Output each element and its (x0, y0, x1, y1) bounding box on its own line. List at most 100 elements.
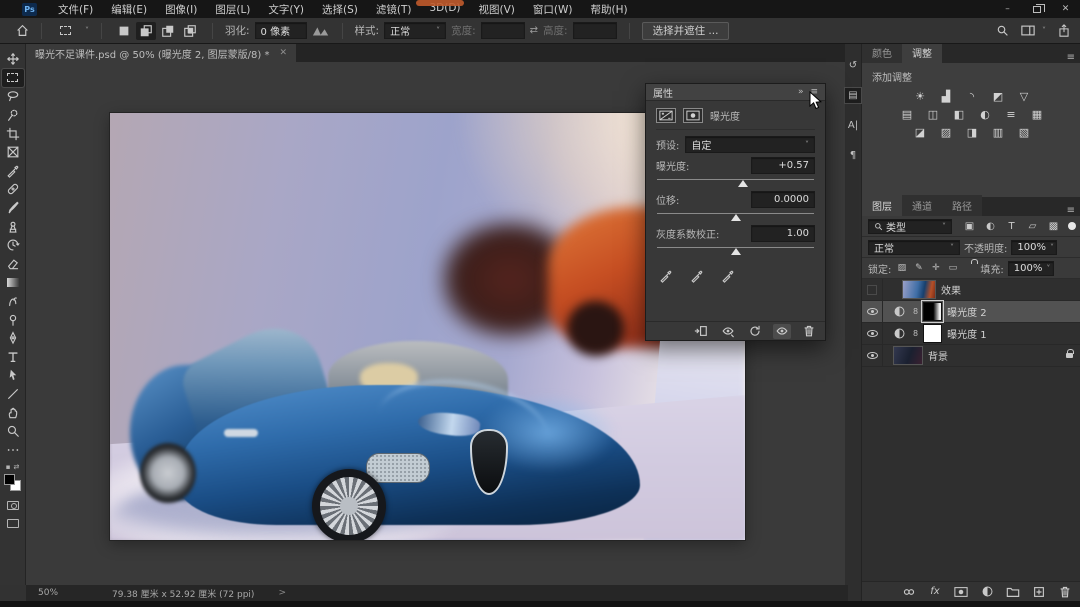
type-layers-filter-icon[interactable]: T (1004, 221, 1019, 232)
layer-visibility-eye-icon[interactable] (862, 345, 883, 366)
slider-1-value[interactable]: +0.57 (751, 157, 815, 174)
adjustments-tab-颜色[interactable]: 颜色 (862, 42, 902, 63)
anti-alias-icon[interactable] (312, 25, 330, 37)
share-icon[interactable] (1058, 24, 1070, 37)
pen-tool[interactable] (2, 329, 24, 348)
slider-3-value[interactable]: 1.00 (751, 225, 815, 242)
move-tool[interactable] (2, 50, 24, 69)
posterize-adjustment-icon[interactable]: ▨ (936, 125, 957, 140)
layer-visibility-eye-icon[interactable] (862, 323, 883, 344)
swap-dimensions-icon[interactable]: ⇄ (530, 25, 538, 36)
clone-stamp-tool[interactable] (2, 217, 24, 236)
minimize-button[interactable]: – (993, 0, 1022, 18)
path-selection-tool[interactable] (2, 366, 24, 385)
menu-item-3[interactable]: 图像(I) (156, 0, 206, 19)
slider-1-thumb[interactable] (738, 180, 748, 187)
layers-tab-通道[interactable]: 通道 (902, 195, 942, 216)
new-layer-icon[interactable] (1030, 584, 1048, 599)
new-selection-button[interactable] (114, 22, 134, 40)
menu-item-9[interactable]: 视图(V) (470, 0, 524, 19)
tool-preset-chevron[interactable]: ˅ (85, 26, 89, 35)
frame-tool[interactable] (2, 143, 24, 162)
filter-toggle-pin[interactable] (1068, 222, 1076, 230)
visibility-icon[interactable] (773, 324, 791, 339)
swap-colors-icon[interactable]: ⇄ (13, 463, 19, 471)
zoom-tool[interactable] (2, 422, 24, 441)
layer-thumbnail[interactable] (902, 280, 936, 299)
layers-tab-路径[interactable]: 路径 (942, 195, 982, 216)
default-swap-colors[interactable]: ▪⇄ (6, 463, 20, 471)
lock-transparent-pixels-icon[interactable]: ▨ (895, 263, 908, 273)
sample-black-point-eyedropper[interactable] (657, 268, 675, 283)
document-tab[interactable]: 曝光不足课件.psd @ 50% (曝光度 2, 图层蒙版/8) * ✕ (26, 44, 296, 62)
edit-toolbar[interactable] (2, 440, 24, 459)
height-input[interactable] (573, 22, 617, 39)
invert-adjustment-icon[interactable]: ◪ (910, 125, 931, 140)
intersect-with-selection-button[interactable] (180, 22, 200, 40)
lasso-tool[interactable] (2, 87, 24, 106)
eyedropper-tool[interactable] (2, 162, 24, 181)
sample-gray-point-eyedropper[interactable] (688, 268, 706, 283)
brightness-contrast-adjustment-icon[interactable]: ☀ (910, 89, 931, 104)
current-tool-icon[interactable] (54, 21, 76, 40)
lock-all-icon[interactable] (963, 263, 976, 273)
crop-tool[interactable] (2, 124, 24, 143)
reset-icon[interactable] (746, 324, 764, 339)
quick-mask-button[interactable] (2, 496, 24, 515)
collapse-panel-icon[interactable]: » (798, 87, 804, 97)
black-white-adjustment-icon[interactable]: ◧ (949, 107, 970, 122)
link-layers-icon[interactable] (900, 584, 918, 599)
adjustments-panel-menu-icon[interactable]: ≡ (1067, 52, 1075, 63)
menu-item-7[interactable]: 滤镜(T) (367, 0, 421, 19)
menu-item-11[interactable]: 帮助(H) (582, 0, 637, 19)
sample-white-point-eyedropper[interactable] (719, 268, 737, 283)
gradient-tool[interactable] (2, 273, 24, 292)
subtract-from-selection-button[interactable] (158, 22, 178, 40)
layer-style-icon[interactable]: fx (926, 584, 944, 599)
hand-tool[interactable] (2, 403, 24, 422)
preset-select[interactable]: 自定˅ (685, 136, 815, 153)
blend-mode-select[interactable]: 正常˅ (868, 240, 960, 255)
dodge-tool[interactable] (2, 310, 24, 329)
adjustment-layers-filter-icon[interactable]: ◐ (983, 221, 998, 232)
delete-icon[interactable] (800, 324, 818, 339)
add-to-selection-button[interactable] (136, 22, 156, 40)
zoom-level[interactable]: 50% (38, 588, 84, 598)
width-input[interactable] (481, 22, 525, 39)
lock-artboard-icon[interactable]: ▭ (946, 263, 959, 273)
layers-tab-图层[interactable]: 图层 (862, 195, 902, 216)
character-panel-icon[interactable]: A| (845, 118, 861, 133)
menu-item-1[interactable]: 文件(F) (49, 0, 102, 19)
menu-item-2[interactable]: 编辑(E) (102, 0, 156, 19)
levels-adjustment-icon[interactable]: ▟ (936, 89, 957, 104)
type-tool[interactable] (2, 348, 24, 367)
adjustment-layer-icon[interactable] (890, 326, 908, 341)
layer-mask-thumbnail[interactable] (923, 324, 942, 343)
pixel-layers-filter-icon[interactable]: ▣ (962, 221, 977, 232)
layer-visibility-eye-icon[interactable] (862, 301, 883, 322)
menu-item-4[interactable]: 图层(L) (206, 0, 259, 19)
fill-input[interactable]: 100%˅ (1008, 261, 1054, 276)
menu-item-6[interactable]: 选择(S) (313, 0, 367, 19)
new-group-icon[interactable] (1004, 584, 1022, 599)
hue-saturation-adjustment-icon[interactable]: ▤ (897, 107, 918, 122)
brush-tool[interactable] (2, 199, 24, 218)
menu-item-10[interactable]: 窗口(W) (524, 0, 582, 19)
close-button[interactable]: ✕ (1051, 0, 1080, 18)
default-colors-icon[interactable]: ▪ (6, 463, 11, 471)
layer-row-背景[interactable]: 背景 (862, 345, 1080, 367)
style-select[interactable]: 正常˅ (384, 22, 446, 39)
view-previous-state-icon[interactable] (719, 324, 737, 339)
search-icon[interactable] (996, 24, 1009, 37)
home-icon[interactable] (16, 24, 29, 37)
slider-3-thumb[interactable] (731, 248, 741, 255)
slider-1-track[interactable] (657, 175, 814, 188)
exposure-adjustment-icon[interactable]: ◩ (988, 89, 1009, 104)
screen-mode-button[interactable] (2, 515, 24, 534)
history-brush-tool[interactable] (2, 236, 24, 255)
layers-panel-menu-icon[interactable]: ≡ (1067, 205, 1075, 216)
spot-healing-brush-tool[interactable] (2, 180, 24, 199)
adjustment-layer-icon[interactable] (890, 304, 908, 319)
new-adjustment-layer-icon[interactable] (978, 584, 996, 599)
delete-layer-icon[interactable] (1056, 584, 1074, 599)
